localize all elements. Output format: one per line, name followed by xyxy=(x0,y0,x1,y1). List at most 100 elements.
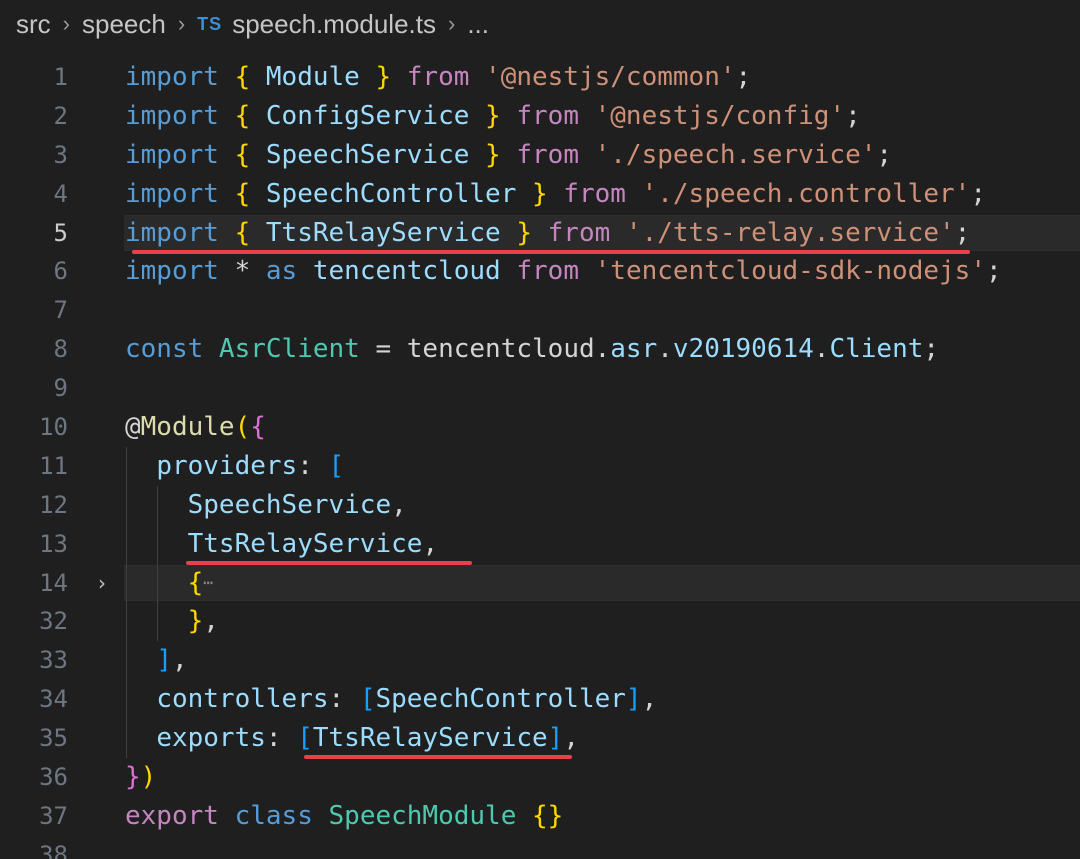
code-token: tencentcloud xyxy=(406,334,595,365)
code-text: exports: [TtsRelayService], xyxy=(125,719,579,758)
chevron-right-icon: › xyxy=(447,11,456,36)
code-line[interactable]: 35 exports: [TtsRelayService], xyxy=(0,719,1080,758)
code-token: const xyxy=(125,334,204,365)
code-text: import { TtsRelayService } from './tts-r… xyxy=(125,214,970,253)
code-token: '@nestjs/common' xyxy=(485,62,736,92)
code-line[interactable]: 5 import { TtsRelayService } from './tts-… xyxy=(0,214,1080,253)
line-number: 14 xyxy=(39,568,68,597)
code-token: { xyxy=(234,139,251,170)
line-number: 5 xyxy=(53,218,68,247)
code-line[interactable]: 12 SpeechService, xyxy=(0,486,1080,525)
line-number: 32 xyxy=(39,607,68,636)
code-token: ⋯ xyxy=(203,572,213,592)
code-token: ; xyxy=(923,334,940,365)
code-line[interactable]: 8 const AsrClient = tencentcloud.asr.v201… xyxy=(0,330,1080,369)
code-line[interactable]: 2 import { ConfigService } from '@nestjs/… xyxy=(0,97,1080,136)
code-line[interactable]: 9 xyxy=(0,369,1080,408)
code-line[interactable]: 13 TtsRelayService, xyxy=(0,525,1080,564)
line-number: 9 xyxy=(53,374,68,403)
code-token: [ xyxy=(359,684,376,715)
code-token: Module xyxy=(250,62,376,92)
code-text: const AsrClient = tencentcloud.asr.v2019… xyxy=(125,330,939,369)
code-token: : xyxy=(297,450,329,481)
breadcrumb: src › speech › TS speech.module.ts › ... xyxy=(16,4,489,44)
breadcrumb-item-speech[interactable]: speech xyxy=(82,9,166,40)
breadcrumb-item-src[interactable]: src xyxy=(16,9,51,40)
code-token: { xyxy=(187,567,204,598)
code-text: import { ConfigService } from '@nestjs/c… xyxy=(125,97,861,136)
code-text: TtsRelayService, xyxy=(125,525,438,564)
code-text: import { Module } from '@nestjs/common'; xyxy=(125,58,751,97)
code-token: controllers xyxy=(156,684,329,715)
code-line[interactable]: 36}) xyxy=(0,758,1080,797)
code-line[interactable]: 3 import { SpeechService } from './speech… xyxy=(0,136,1080,175)
code-line[interactable]: 1 import { Module } from '@nestjs/common'… xyxy=(0,58,1080,97)
code-token: ; xyxy=(970,178,986,209)
code-token: @ xyxy=(125,412,141,443)
annotation-underline xyxy=(132,250,970,254)
code-line[interactable]: 37 export class SpeechModule {} xyxy=(0,797,1080,836)
code-token: { xyxy=(234,62,251,92)
code-token: } xyxy=(485,139,501,170)
line-number: 33 xyxy=(39,646,68,675)
code-line[interactable]: 4 import { SpeechController } from './spe… xyxy=(0,175,1080,214)
code-token: asr xyxy=(610,334,658,365)
typescript-file-icon: TS xyxy=(197,13,223,34)
code-text: import * as tencentcloud from 'tencentcl… xyxy=(125,252,1002,291)
code-text: import { SpeechController } from './spee… xyxy=(125,175,986,214)
code-token: SpeechService xyxy=(187,489,392,520)
breadcrumb-item-file[interactable]: speech.module.ts xyxy=(232,9,436,40)
code-line[interactable]: 38 xyxy=(0,836,1080,859)
code-token: TtsRelayService xyxy=(312,723,548,754)
code-text: ], xyxy=(125,641,187,680)
line-number: 37 xyxy=(39,801,68,830)
code-token: } xyxy=(187,606,204,637)
code-token: { xyxy=(234,100,251,131)
code-text: }, xyxy=(125,602,219,641)
code-token: SpeechModule xyxy=(312,800,533,831)
code-token: ; xyxy=(845,100,861,131)
code-token: ] xyxy=(547,723,564,754)
code-token: } xyxy=(375,62,392,92)
code-token: { xyxy=(234,217,251,248)
code-token: SpeechController xyxy=(250,178,532,209)
code-token: from xyxy=(516,256,579,287)
code-token: from xyxy=(500,100,595,131)
code-token: { xyxy=(234,178,251,209)
code-token: { xyxy=(250,412,266,443)
code-line[interactable]: 11 providers: [ xyxy=(0,447,1080,486)
code-text: import { SpeechService } from './speech.… xyxy=(125,136,892,175)
code-token: export xyxy=(125,800,219,831)
code-text: providers: [ xyxy=(125,447,344,486)
code-token: {} xyxy=(532,800,564,831)
code-token: '@nestjs/config' xyxy=(594,100,846,131)
code-token: ] xyxy=(625,684,642,715)
line-number: 7 xyxy=(53,296,68,325)
fold-chevron-icon[interactable]: › xyxy=(92,564,112,603)
code-token: : xyxy=(265,723,298,754)
code-line[interactable]: 7 xyxy=(0,291,1080,330)
code-line[interactable]: 33 ], xyxy=(0,641,1080,680)
code-line[interactable]: 10 @Module({ xyxy=(0,408,1080,447)
annotation-underline xyxy=(186,561,472,565)
code-token: ( xyxy=(234,412,251,443)
code-token: import xyxy=(125,139,219,170)
code-token: ConfigService xyxy=(250,100,486,131)
code-line[interactable]: 34 controllers: [SpeechController], xyxy=(0,680,1080,719)
code-line[interactable]: 6 import * as tencentcloud from 'tencentc… xyxy=(0,252,1080,291)
code-editor[interactable]: 1 import { Module } from '@nestjs/common'… xyxy=(0,58,1080,859)
code-token: import xyxy=(125,62,219,92)
breadcrumb-item-more[interactable]: ... xyxy=(467,9,489,40)
code-token: import xyxy=(125,100,219,131)
code-line[interactable]: 14 › {⋯ xyxy=(0,564,1080,603)
code-line[interactable]: 32 }, xyxy=(0,602,1080,641)
code-token: import xyxy=(125,256,219,287)
code-token: . xyxy=(657,334,673,365)
